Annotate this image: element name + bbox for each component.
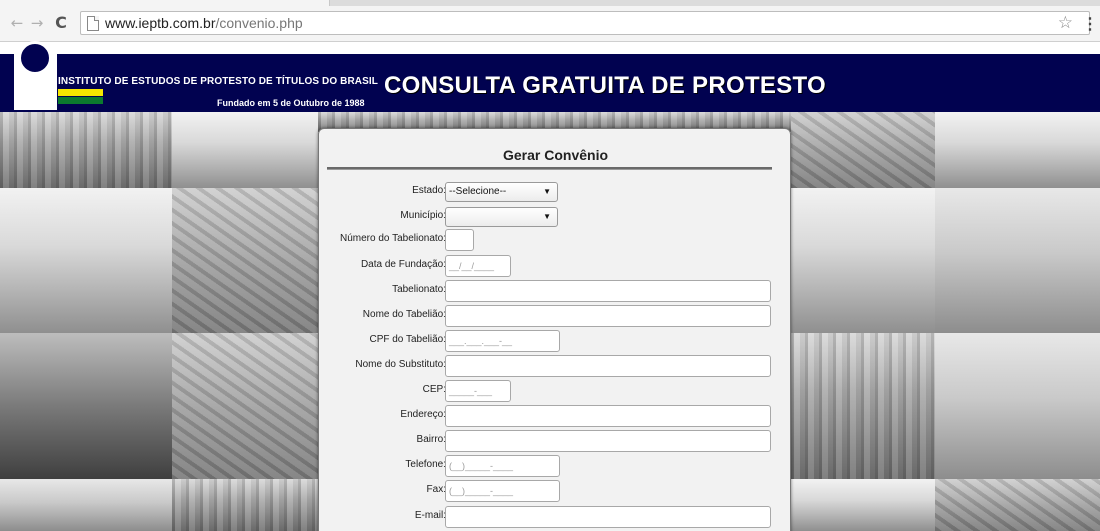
row-endereco: Endereço: <box>319 405 792 427</box>
estado-select[interactable]: --Selecione-- ▼ <box>445 182 558 202</box>
label-cep: CEP: <box>422 384 446 395</box>
cpf-tabeliao-input[interactable]: ___.___.___-__ <box>445 330 560 352</box>
label-data-fundacao: Data de Fundação: <box>360 259 446 270</box>
flag-stripe-green <box>58 97 103 104</box>
tabelionato-input[interactable] <box>445 280 771 302</box>
row-cep: CEP: _____-___ <box>319 380 792 402</box>
label-endereco: Endereço: <box>400 409 446 420</box>
row-numero-tabelionato: Número do Tabelionato: <box>319 229 792 251</box>
flag-stripe-yellow <box>58 89 103 96</box>
url-path: /convenio.php <box>215 15 303 31</box>
browser-toolbar: ← → C www.ieptb.com.br/convenio.php ☆ ⋮ <box>0 0 1100 42</box>
bairro-input[interactable] <box>445 430 771 452</box>
label-municipio: Município: <box>400 210 446 221</box>
row-data-fundacao: Data de Fundação: __/__/____ <box>319 255 792 277</box>
label-nome-tabeliao: Nome do Tabelião: <box>362 309 446 320</box>
label-email: E-mail: <box>414 510 446 521</box>
elevator-tower-photo <box>935 333 1100 479</box>
address-bar[interactable]: www.ieptb.com.br/convenio.php ☆ ⋮ <box>80 11 1098 35</box>
menu-icon[interactable]: ⋮ <box>1082 14 1098 34</box>
url-host: www.ieptb.com.br <box>105 15 216 31</box>
label-fax: Fax: <box>426 484 446 495</box>
chevron-down-icon: ▼ <box>543 212 551 221</box>
founded-date: Fundado em 5 de Outubro de 1988 <box>217 98 365 108</box>
row-estado: Estado: --Selecione-- ▼ <box>319 181 792 203</box>
forward-arrow-icon[interactable]: → <box>28 14 46 32</box>
aerial-photo <box>172 188 318 333</box>
fax-input[interactable]: (__)_____-____ <box>445 480 560 502</box>
row-nome-substituto: Nome do Substituto: <box>319 355 792 377</box>
buildings-photo <box>172 479 318 531</box>
municipio-select[interactable]: ▼ <box>445 207 558 227</box>
title-divider <box>327 167 772 170</box>
label-estado: Estado: <box>412 185 446 196</box>
back-arrow-icon[interactable]: ← <box>8 14 26 32</box>
city-view-photo <box>935 479 1100 531</box>
data-fundacao-input[interactable]: __/__/____ <box>445 255 511 277</box>
email-input[interactable] <box>445 506 771 528</box>
beach-photo <box>791 112 935 188</box>
logo-circle <box>18 41 52 75</box>
label-telefone: Telefone: <box>405 459 446 470</box>
bridge-photo <box>0 188 172 333</box>
label-cpf-tabeliao: CPF do Tabelião: <box>369 334 446 345</box>
tab-strip <box>0 0 1100 6</box>
row-cpf-tabeliao: CPF do Tabelião: ___.___.___-__ <box>319 330 792 352</box>
page-icon <box>87 16 99 31</box>
row-email: E-mail: <box>319 506 792 528</box>
endereco-input[interactable] <box>445 405 771 427</box>
label-numero-tabelionato: Número do Tabelionato: <box>340 233 446 244</box>
institute-name: INSTITUTO DE ESTUDOS DE PROTESTO DE TÍTU… <box>58 76 378 87</box>
city-aerial-photo <box>172 333 318 479</box>
row-nome-tabeliao: Nome do Tabelião: <box>319 305 792 327</box>
row-telefone: Telefone: (__)_____-____ <box>319 455 792 477</box>
nome-tabeliao-input[interactable] <box>445 305 771 327</box>
harbor-photo <box>935 188 1100 333</box>
row-bairro: Bairro: <box>319 430 792 452</box>
row-tabelionato: Tabelionato: <box>319 280 792 302</box>
browser-tab[interactable] <box>0 0 330 6</box>
label-tabelionato: Tabelionato: <box>392 284 446 295</box>
bookmark-star-icon[interactable]: ☆ <box>1058 13 1073 33</box>
chevron-down-icon: ▼ <box>543 187 551 196</box>
night-city-photo <box>0 333 172 479</box>
sky-photo <box>0 479 172 531</box>
nome-substituto-input[interactable] <box>445 355 771 377</box>
form-title: Gerar Convênio <box>502 147 609 163</box>
telefone-input[interactable]: (__)_____-____ <box>445 455 560 477</box>
row-fax: Fax: (__)_____-____ <box>319 480 792 502</box>
estado-selected-value: --Selecione-- <box>449 186 507 197</box>
city-photo <box>0 112 172 188</box>
label-bairro: Bairro: <box>416 434 446 445</box>
banner-title: CONSULTA GRATUITA DE PROTESTO <box>384 72 827 99</box>
url-text[interactable]: www.ieptb.com.br/convenio.php <box>105 15 303 31</box>
convenio-form-panel: Gerar Convênio Estado: --Selecione-- ▼ Mu… <box>318 128 791 531</box>
label-nome-substituto: Nome do Substituto: <box>355 359 446 370</box>
shore-photo <box>791 479 935 531</box>
row-municipio: Município: ▼ <box>319 206 792 228</box>
reload-icon[interactable]: C <box>52 14 70 32</box>
coastal-city-photo <box>791 333 935 479</box>
boats-photo <box>935 112 1100 188</box>
bay-photo <box>791 188 935 333</box>
cep-input[interactable]: _____-___ <box>445 380 511 402</box>
numero-tabelionato-input[interactable] <box>445 229 474 251</box>
coast-photo <box>172 112 318 188</box>
